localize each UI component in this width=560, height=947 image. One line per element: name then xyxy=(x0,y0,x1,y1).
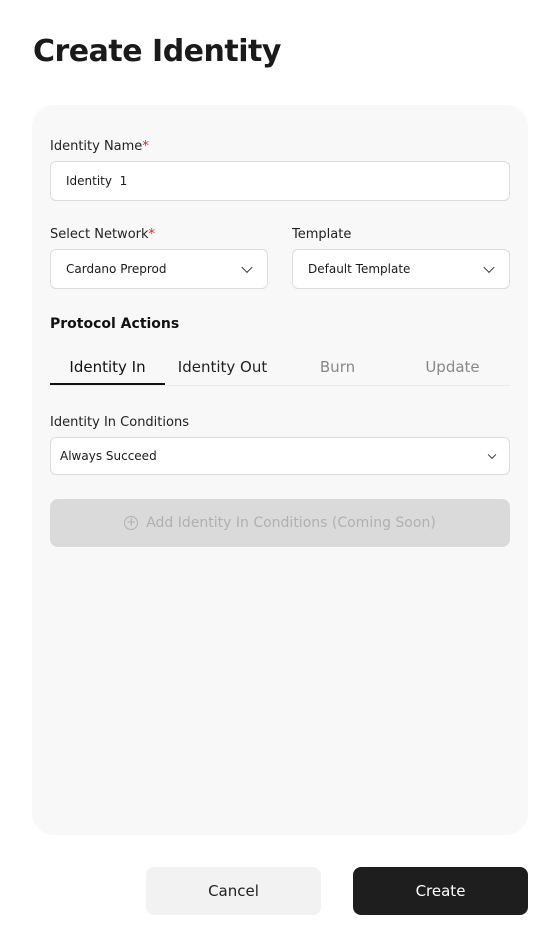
add-conditions-button[interactable]: + Add Identity In Conditions (Coming Soo… xyxy=(50,499,510,547)
protocol-tabs: Identity In Identity Out Burn Update xyxy=(50,350,510,386)
plus-circle-icon: + xyxy=(124,515,139,530)
chevron-down-icon xyxy=(241,261,253,274)
chevron-down-icon xyxy=(483,261,495,274)
tab-identity-in[interactable]: Identity In xyxy=(50,350,165,385)
network-select[interactable]: Cardano Preprod xyxy=(50,249,268,289)
cancel-button[interactable]: Cancel xyxy=(146,867,321,915)
chevron-down-icon xyxy=(487,450,497,460)
create-button[interactable]: Create xyxy=(353,867,528,915)
conditions-select[interactable]: Always Succeed xyxy=(50,437,510,475)
identity-name-input[interactable]: Identity 1 xyxy=(50,161,510,201)
tab-identity-out[interactable]: Identity Out xyxy=(165,350,280,385)
tab-burn[interactable]: Burn xyxy=(280,350,395,385)
add-conditions-label: Add Identity In Conditions (Coming Soon) xyxy=(146,515,436,531)
conditions-label: Identity In Conditions xyxy=(50,415,189,430)
template-label: Template xyxy=(292,227,352,242)
page-title: Create Identity xyxy=(33,34,281,69)
identity-name-label: Identity Name* xyxy=(50,139,149,154)
protocol-actions-title: Protocol Actions xyxy=(50,316,180,332)
template-select[interactable]: Default Template xyxy=(292,249,510,289)
tab-update[interactable]: Update xyxy=(395,350,510,385)
network-label: Select Network* xyxy=(50,227,156,242)
